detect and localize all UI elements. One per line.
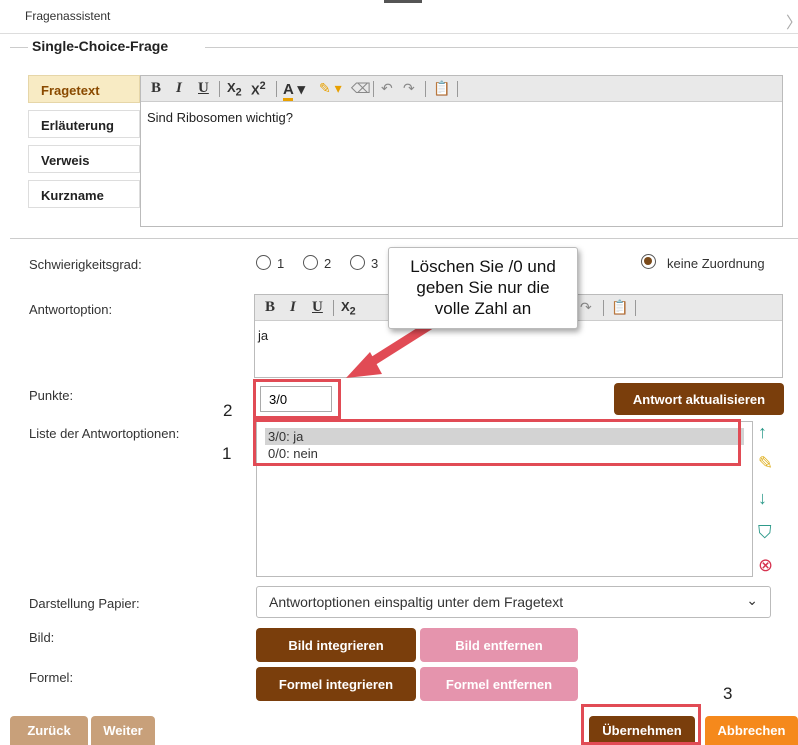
formula-integrate-button[interactable]: Formel integrieren [256, 667, 416, 701]
italic-button[interactable]: I [176, 80, 182, 97]
paste-icon[interactable]: 📋 [611, 299, 628, 316]
difficulty-option-label: 1 [277, 256, 285, 271]
fieldset-border-left [10, 47, 28, 48]
paper-display-value: Antwortoptionen einspaltig unter dem Fra… [269, 594, 564, 610]
lock-icon[interactable]: ⛉ [758, 522, 772, 543]
annotation-box-apply [581, 704, 701, 745]
italic-button[interactable]: I [290, 299, 296, 316]
toolbar-separator [457, 81, 458, 97]
tab-label: Erläuterung [41, 118, 114, 133]
difficulty-label: Schwierigkeitsgrad: [29, 257, 142, 272]
delete-icon[interactable]: ⊗ [758, 555, 773, 576]
annotation-box-points [253, 379, 341, 419]
tab-fragetext[interactable]: Fragetext [28, 75, 140, 103]
update-answer-button[interactable]: Antwort aktualisieren [614, 383, 784, 415]
toolbar-separator [635, 300, 636, 316]
dialog-title-bar [0, 0, 798, 34]
answer-option-label: Antwortoption: [29, 302, 113, 317]
difficulty-radio-none[interactable] [641, 254, 656, 269]
difficulty-radio-1[interactable] [256, 255, 271, 270]
difficulty-radio-3[interactable] [350, 255, 365, 270]
difficulty-option-label: 3 [371, 256, 379, 271]
redo-icon[interactable]: ↷ [403, 80, 415, 97]
redo-icon[interactable]: ↷ [580, 299, 592, 316]
paper-display-label: Darstellung Papier: [29, 596, 140, 611]
section-legend: Single-Choice-Frage [32, 38, 169, 54]
superscript-button[interactable]: X2 [251, 80, 266, 97]
difficulty-radio-2[interactable] [303, 255, 318, 270]
toolbar-separator [276, 81, 277, 97]
font-color-icon[interactable]: A ▾ [283, 80, 305, 101]
tab-kurzname[interactable]: Kurzname [28, 180, 140, 208]
clear-format-icon[interactable]: ⌫ [351, 80, 371, 97]
image-remove-button[interactable]: Bild entfernen [420, 628, 578, 662]
cancel-button[interactable]: Abbrechen [705, 716, 798, 745]
options-list-label: Liste der Antwortoptionen: [29, 426, 180, 441]
divider [10, 238, 798, 239]
undo-icon[interactable]: ↶ [381, 80, 393, 97]
toolbar-separator [373, 81, 374, 97]
next-button[interactable]: Weiter [91, 716, 155, 745]
tab-label: Verweis [41, 153, 90, 168]
chevron-down-icon: ⌄ [746, 592, 758, 608]
formula-remove-button[interactable]: Formel entfernen [420, 667, 578, 701]
toolbar-separator [603, 300, 604, 316]
bold-button[interactable]: B [265, 299, 275, 316]
image-integrate-button[interactable]: Bild integrieren [256, 628, 416, 662]
tab-erlaeuterung[interactable]: Erläuterung [28, 110, 140, 138]
difficulty-none-label: keine Zuordnung [667, 256, 765, 271]
edit-icon[interactable]: ✎ [758, 453, 773, 474]
annotation-step-3: 3 [723, 684, 733, 703]
tab-label: Kurzname [41, 188, 104, 203]
highlight-icon[interactable]: ✎ ▾ [319, 80, 342, 97]
tab-label: Fragetext [41, 83, 100, 98]
tab-verweis[interactable]: Verweis [28, 145, 140, 173]
annotation-step-1: 1 [222, 444, 232, 463]
underline-button[interactable]: U [312, 299, 323, 316]
annotation-step-2: 2 [223, 401, 233, 420]
annotation-callout: Löschen Sie /0 und geben Sie nur die vol… [388, 247, 578, 329]
paper-display-select[interactable]: Antwortoptionen einspaltig unter dem Fra… [256, 586, 771, 618]
dialog-title: Fragenassistent [25, 9, 111, 23]
toolbar-separator [219, 81, 220, 97]
subscript-button[interactable]: X2 [227, 80, 242, 99]
move-up-icon[interactable]: ↑ [758, 422, 767, 443]
points-label: Punkte: [29, 388, 74, 403]
difficulty-option-label: 2 [324, 256, 332, 271]
underline-button[interactable]: U [198, 80, 209, 97]
formula-label: Formel: [29, 670, 74, 685]
close-icon[interactable]: 〉 [786, 9, 798, 33]
annotation-box-options [253, 419, 741, 466]
image-label: Bild: [29, 630, 55, 645]
question-editor[interactable]: B I U X2 X2 A ▾ ✎ ▾ ⌫ ↶ ↷ 📋 Sind Ribosom… [140, 75, 783, 227]
question-editor-toolbar: B I U X2 X2 A ▾ ✎ ▾ ⌫ ↶ ↷ 📋 [141, 76, 782, 102]
drag-handle[interactable] [384, 0, 422, 3]
back-button[interactable]: Zurück [10, 716, 88, 745]
bold-button[interactable]: B [151, 80, 161, 97]
toolbar-separator [425, 81, 426, 97]
question-editor-content[interactable]: Sind Ribosomen wichtig? [141, 102, 782, 133]
paste-icon[interactable]: 📋 [433, 80, 450, 97]
move-down-icon[interactable]: ↓ [758, 488, 767, 509]
fieldset-border-right [205, 47, 798, 48]
